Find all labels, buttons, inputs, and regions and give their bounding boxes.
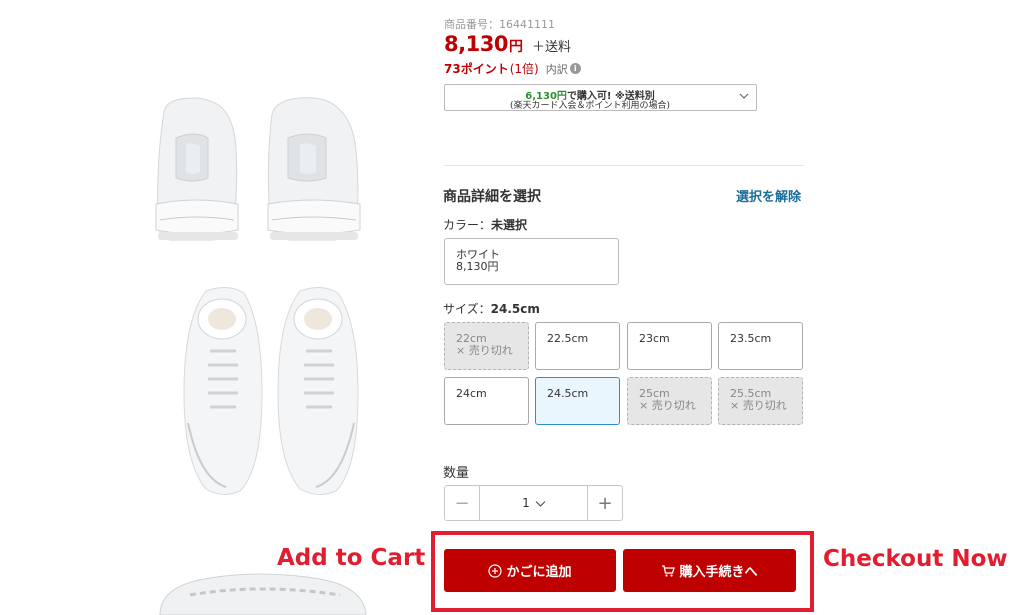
plus-circle-icon	[488, 563, 503, 578]
price-value: 8,130	[444, 32, 508, 56]
cart-icon	[662, 564, 676, 577]
points-info: 73ポイント (1倍) 内訳 i	[444, 60, 581, 77]
soldout-label: × 売り切れ	[639, 399, 696, 412]
annotation-add-to-cart: Add to Cart	[277, 545, 426, 571]
quantity-decrement-button[interactable]: −	[445, 486, 480, 520]
quantity-stepper: − 1 +	[444, 485, 623, 521]
soldout-label: × 売り切れ	[456, 344, 513, 357]
color-label: カラー：未選択	[443, 216, 527, 233]
section-title: 商品詳細を選択	[443, 189, 541, 205]
color-price: 8,130円	[456, 260, 499, 273]
promo-line2: (楽天カード入会＆ポイント利用の場合)	[509, 101, 671, 111]
size-option-25-5[interactable]: 25.5cm × 売り切れ	[718, 377, 803, 425]
product-image-top-view	[183, 287, 359, 495]
quantity-increment-button[interactable]: +	[587, 486, 622, 520]
points-value: 73ポイント	[444, 62, 509, 76]
checkout-button[interactable]: 購入手続きへ	[623, 549, 796, 592]
size-option-label: 23.5cm	[730, 332, 772, 345]
size-label: サイズ：24.5cm	[443, 300, 540, 317]
quantity-value: 1	[522, 496, 530, 510]
color-label-text: カラー：	[443, 218, 492, 232]
size-option-24[interactable]: 24cm	[444, 377, 529, 425]
size-option-label: 24.5cm	[547, 387, 589, 400]
size-option-label: 23cm	[639, 332, 670, 345]
checkout-label: 購入手続きへ	[679, 565, 758, 580]
product-image-side-view	[159, 573, 367, 615]
soldout-label: × 売り切れ	[730, 399, 787, 412]
product-code: 商品番号：16441111	[444, 18, 555, 31]
size-option-23[interactable]: 23cm	[627, 322, 712, 370]
points-detail-link[interactable]: 内訳	[546, 61, 568, 77]
divider	[444, 165, 804, 166]
price-currency: 円	[508, 39, 523, 55]
points-multiplier: (1倍)	[509, 62, 539, 76]
price: 8,130 円 ＋送料	[444, 32, 571, 56]
product-image-rear-view	[155, 97, 361, 241]
size-selected: 24.5cm	[490, 302, 540, 316]
size-option-25[interactable]: 25cm × 売り切れ	[627, 377, 712, 425]
card-promo-dropdown[interactable]: 6,130円で購入可! ※送料別 (楽天カード入会＆ポイント利用の場合)	[444, 84, 757, 111]
shipping-label: ＋送料	[531, 40, 571, 55]
chevron-down-icon	[535, 500, 546, 507]
quantity-label: 数量	[443, 466, 470, 481]
size-option-24-5[interactable]: 24.5cm	[535, 377, 620, 425]
annotation-checkout-now: Checkout Now	[823, 546, 1008, 572]
size-option-label: 22.5cm	[547, 332, 589, 345]
clear-selection-link[interactable]: 選択を解除	[736, 186, 801, 205]
add-to-cart-label: かごに追加	[506, 565, 572, 580]
size-option-22-5[interactable]: 22.5cm	[535, 322, 620, 370]
chevron-down-icon	[739, 93, 749, 99]
size-option-22[interactable]: 22cm × 売り切れ	[444, 322, 529, 370]
size-option-label: 24cm	[456, 387, 487, 400]
size-label-text: サイズ：	[443, 302, 491, 316]
color-option-white[interactable]: ホワイト 8,130円	[444, 238, 619, 285]
size-option-23-5[interactable]: 23.5cm	[718, 322, 803, 370]
info-icon[interactable]: i	[569, 63, 581, 74]
quantity-select[interactable]: 1	[481, 486, 587, 520]
add-to-cart-button[interactable]: かごに追加	[444, 549, 616, 592]
color-state: 未選択	[491, 218, 528, 232]
